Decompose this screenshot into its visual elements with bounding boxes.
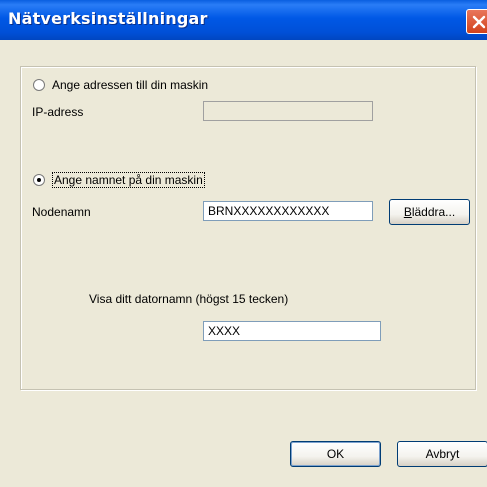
name-radio-option[interactable]: Ange namnet på din maskin (33, 172, 205, 188)
dialog-title: Nätverksinställningar (8, 9, 208, 28)
computer-name-field[interactable]: XXXX (203, 321, 381, 341)
node-name-label: Nodenamn (32, 205, 91, 219)
close-button[interactable] (466, 9, 487, 34)
address-radio[interactable] (33, 79, 45, 91)
browse-label: läddra... (411, 205, 456, 219)
ip-address-field[interactable] (203, 101, 373, 121)
node-name-field[interactable]: BRNXXXXXXXXXXXX (203, 201, 373, 221)
ip-address-label: IP-adress (32, 105, 84, 119)
name-radio-label: Ange namnet på din maskin (52, 172, 205, 188)
name-radio[interactable] (33, 174, 45, 186)
cancel-button[interactable]: Avbryt (397, 441, 487, 467)
dialog-window: Nätverksinställningar Ange adressen till… (0, 0, 487, 487)
title-bar[interactable]: Nätverksinställningar (0, 0, 487, 40)
browse-button[interactable]: Bläddra... (389, 199, 470, 225)
browse-hotkey: B (403, 205, 412, 219)
ok-button[interactable]: OK (290, 441, 381, 467)
close-icon (472, 15, 486, 29)
address-radio-label: Ange adressen till din maskin (52, 78, 209, 92)
computer-name-label: Visa ditt datornamn (högst 15 tecken) (89, 292, 289, 306)
address-radio-option[interactable]: Ange adressen till din maskin (33, 78, 208, 92)
